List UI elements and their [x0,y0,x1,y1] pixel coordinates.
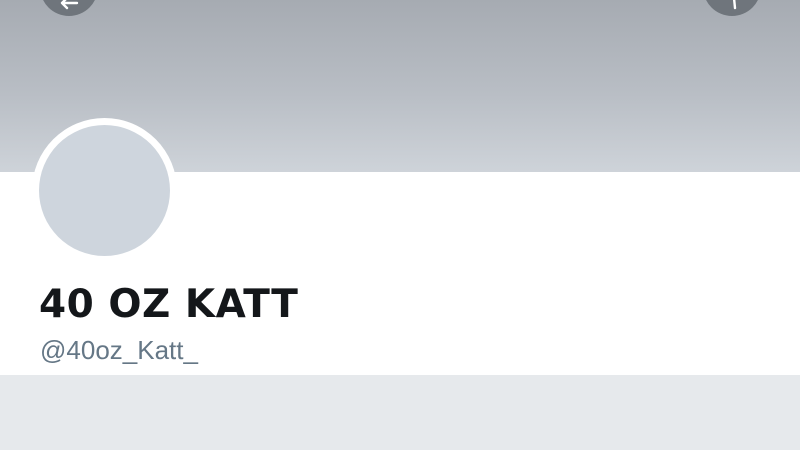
more-options-button[interactable] [703,0,761,16]
back-button[interactable] [40,0,98,16]
profile-screen: 40 OZ KATT @40oz_Katt_ [0,0,800,450]
display-name: 40 OZ KATT [39,282,299,327]
user-handle: @40oz_Katt_ [40,335,198,365]
more-icon [732,0,737,10]
arrow-left-icon [60,0,79,10]
avatar-border[interactable] [32,118,177,263]
avatar[interactable] [39,125,170,256]
content-area [0,375,800,450]
